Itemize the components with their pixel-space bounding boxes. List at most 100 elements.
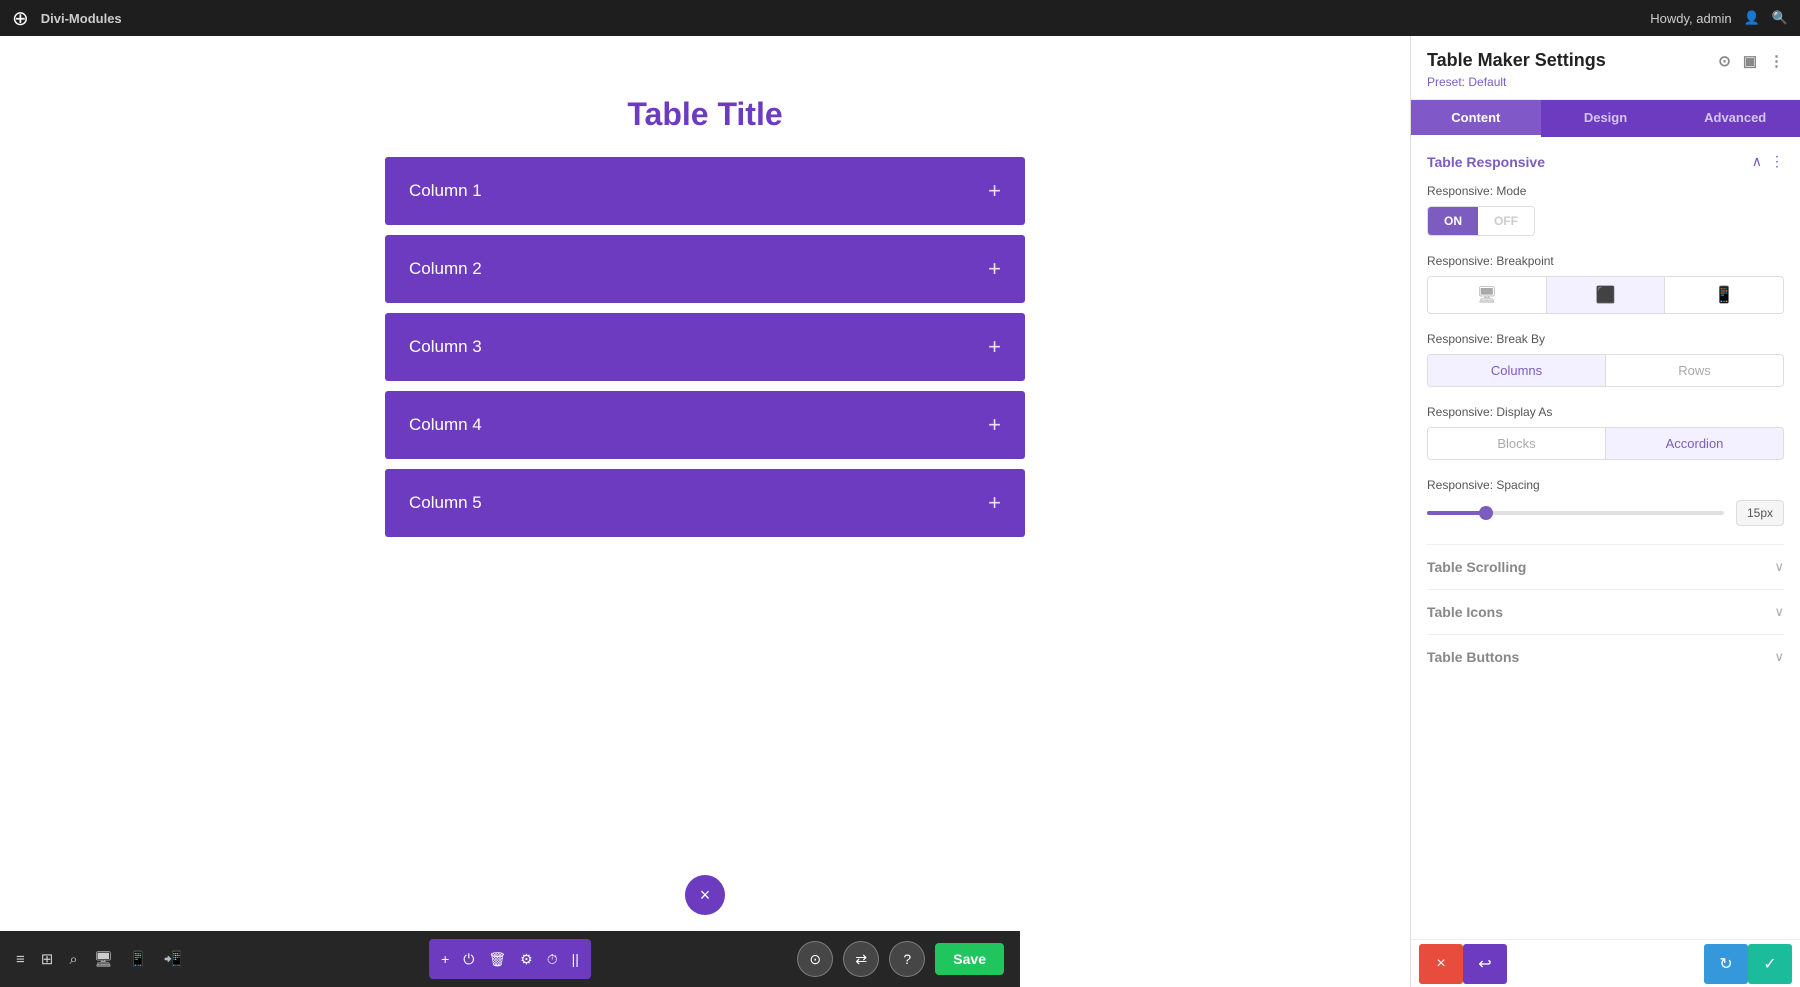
column-row-1[interactable]: Column 1 + — [385, 157, 1025, 225]
save-button[interactable]: Save — [935, 943, 1004, 975]
column-2-label: Column 2 — [409, 259, 482, 279]
search-icon[interactable]: 🔍 — [1772, 10, 1788, 26]
grid-icon[interactable]: ⊞ — [41, 950, 54, 968]
timer-icon[interactable]: ⏱ — [547, 951, 558, 968]
floating-close-button[interactable]: × — [685, 875, 725, 915]
preset-selector[interactable]: Preset: Default — [1427, 75, 1784, 89]
column-row-4[interactable]: Column 4 + — [385, 391, 1025, 459]
settings-header: Table Maker Settings ⊙ ▣ ⋮ Preset: Defau… — [1411, 36, 1800, 100]
column-1-label: Column 1 — [409, 181, 482, 201]
add-module-icon[interactable]: + — [441, 951, 449, 967]
power-icon[interactable]: ⏻ — [463, 951, 474, 968]
mobile-icon[interactable]: 📲 — [163, 950, 182, 968]
chevron-up-icon: ∧ — [1752, 153, 1762, 170]
settings-panel: Table Maker Settings ⊙ ▣ ⋮ Preset: Defau… — [1410, 36, 1800, 987]
site-name[interactable]: Divi-Modules — [41, 11, 122, 26]
breakpoint-group: 🖥 ⬛ 📱 — [1427, 276, 1784, 314]
panel-bottom-bar: × ↩ ↻ ✓ — [1411, 939, 1800, 987]
responsive-mode-field: Responsive: Mode ON OFF — [1427, 184, 1784, 236]
break-by-rows[interactable]: Rows — [1606, 355, 1783, 386]
responsive-mode-label: Responsive: Mode — [1427, 184, 1784, 198]
help-icon: ? — [903, 951, 911, 967]
toggle-on-button[interactable]: ON — [1428, 207, 1478, 235]
main-layout: Table Title Column 1 + Column 2 + Column… — [0, 36, 1800, 987]
target-icon[interactable]: ⊙ — [1718, 52, 1731, 70]
portable-icon: ⇄ — [855, 951, 867, 968]
break-by-columns[interactable]: Columns — [1428, 355, 1606, 386]
panel-close-button[interactable]: × — [1419, 944, 1463, 984]
responsive-break-by-field: Responsive: Break By Columns Rows — [1427, 332, 1784, 387]
settings-title-text: Table Maker Settings — [1427, 50, 1606, 71]
breakpoint-desktop[interactable]: 🖥 — [1428, 277, 1547, 313]
display-accordion[interactable]: Accordion — [1606, 428, 1783, 459]
settings-content: Table Responsive ∧ ⋮ Responsive: Mode ON… — [1411, 137, 1800, 939]
responsive-break-by-label: Responsive: Break By — [1427, 332, 1784, 346]
columns-icon[interactable]: || — [572, 951, 579, 967]
table-columns: Column 1 + Column 2 + Column 3 + Column … — [385, 157, 1025, 537]
panel-confirm-button[interactable]: ✓ — [1748, 944, 1792, 984]
close-icon: × — [700, 885, 711, 906]
breakpoint-tablet[interactable]: ⬛ — [1547, 277, 1666, 313]
zoom-icon[interactable]: ⌕ — [69, 951, 77, 968]
table-icons-section[interactable]: Table Icons ∨ — [1427, 589, 1784, 634]
column-row-5[interactable]: Column 5 + — [385, 469, 1025, 537]
column-4-add-icon[interactable]: + — [988, 412, 1001, 438]
column-5-add-icon[interactable]: + — [988, 490, 1001, 516]
responsive-breakpoint-label: Responsive: Breakpoint — [1427, 254, 1784, 268]
slider-track — [1427, 511, 1724, 515]
table-buttons-title: Table Buttons — [1427, 649, 1519, 665]
panel-undo-button[interactable]: ↩ — [1463, 944, 1507, 984]
table-buttons-section[interactable]: Table Buttons ∨ — [1427, 634, 1784, 679]
delete-icon[interactable]: 🗑 — [488, 951, 506, 968]
undo-icon: ↩ — [1478, 954, 1491, 974]
column-row-3[interactable]: Column 3 + — [385, 313, 1025, 381]
history-button[interactable]: ⊙ — [797, 941, 833, 977]
close-panel-icon: × — [1436, 955, 1445, 973]
section-title-responsive: Table Responsive — [1427, 154, 1545, 170]
tab-content[interactable]: Content — [1411, 100, 1541, 137]
greeting-text: Howdy, admin — [1650, 11, 1731, 26]
toggle-off-button[interactable]: OFF — [1478, 207, 1534, 235]
tab-advanced[interactable]: Advanced — [1670, 100, 1800, 137]
responsive-display-as-label: Responsive: Display As — [1427, 405, 1784, 419]
topbar: ⊕ Divi-Modules Howdy, admin 👤 🔍 — [0, 0, 1800, 36]
table-scrolling-section[interactable]: Table Scrolling ∨ — [1427, 544, 1784, 589]
column-1-add-icon[interactable]: + — [988, 178, 1001, 204]
more-options-icon[interactable]: ⋮ — [1769, 52, 1784, 70]
responsive-display-as-field: Responsive: Display As Blocks Accordion — [1427, 405, 1784, 460]
responsive-spacing-field: Responsive: Spacing 15px — [1427, 478, 1784, 526]
tab-design[interactable]: Design — [1541, 100, 1671, 137]
canvas-area: Table Title Column 1 + Column 2 + Column… — [0, 36, 1410, 987]
chevron-down-icon-2: ∨ — [1774, 604, 1784, 620]
chevron-down-icon: ∨ — [1774, 559, 1784, 575]
slider-thumb[interactable] — [1479, 506, 1493, 520]
canvas-bottom-bar: ≡ ⊞ ⌕ 🖥 📱 📲 + ⏻ 🗑 ⚙ ⏱ || ⊙ — [0, 931, 1020, 987]
column-2-add-icon[interactable]: + — [988, 256, 1001, 282]
tablet-icon[interactable]: 📱 — [129, 950, 148, 968]
help-button[interactable]: ? — [889, 941, 925, 977]
table-title: Table Title — [627, 96, 782, 133]
desktop-icon[interactable]: 🖥 — [94, 950, 113, 968]
columns-view-icon[interactable]: ▣ — [1743, 52, 1757, 70]
responsive-spacing-label: Responsive: Spacing — [1427, 478, 1784, 492]
panel-redo-button[interactable]: ↻ — [1704, 944, 1748, 984]
portable-button[interactable]: ⇄ — [843, 941, 879, 977]
column-3-label: Column 3 — [409, 337, 482, 357]
slider-fill — [1427, 511, 1486, 515]
slider-value: 15px — [1736, 500, 1784, 526]
breakpoint-phone[interactable]: 📱 — [1665, 277, 1783, 313]
settings-icon[interactable]: ⚙ — [520, 951, 533, 968]
settings-title: Table Maker Settings ⊙ ▣ ⋮ — [1427, 50, 1784, 71]
table-responsive-section: Table Responsive ∧ ⋮ Responsive: Mode ON… — [1427, 153, 1784, 526]
column-3-add-icon[interactable]: + — [988, 334, 1001, 360]
responsive-mode-toggle[interactable]: ON OFF — [1427, 206, 1535, 236]
table-icons-title: Table Icons — [1427, 604, 1503, 620]
wordpress-icon: ⊕ — [12, 6, 29, 31]
canvas-content: Table Title Column 1 + Column 2 + Column… — [0, 36, 1410, 987]
column-row-2[interactable]: Column 2 + — [385, 235, 1025, 303]
section-collapse-responsive[interactable]: ∧ ⋮ — [1752, 153, 1784, 170]
menu-icon[interactable]: ≡ — [16, 951, 25, 968]
topbar-right: Howdy, admin 👤 🔍 — [1650, 10, 1788, 26]
user-icon[interactable]: 👤 — [1744, 10, 1760, 26]
display-blocks[interactable]: Blocks — [1428, 428, 1606, 459]
